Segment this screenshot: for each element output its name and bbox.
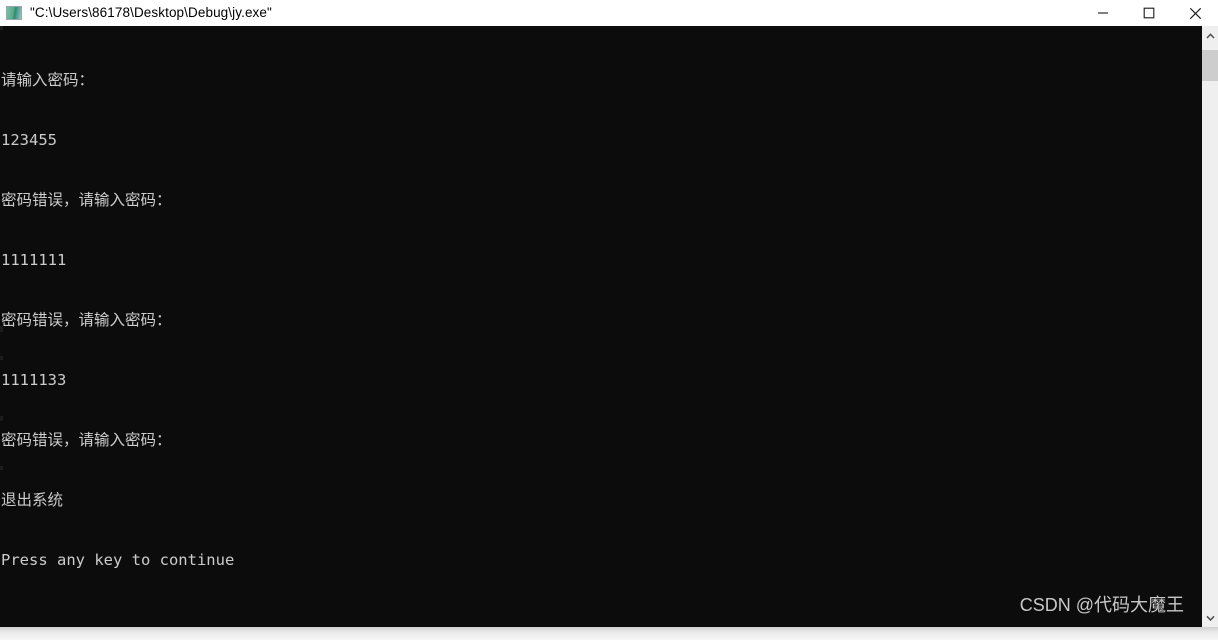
title-bar-left: "C:\Users\86178\Desktop\Debug\jy.exe" [0,0,272,26]
scroll-down-button[interactable] [1202,608,1218,627]
window-bottom-edge [0,627,1218,640]
scroll-up-button[interactable] [1202,26,1218,45]
console-line: 退出系统 [1,491,64,509]
console-line: 1111133 [1,371,67,389]
close-button[interactable] [1172,0,1218,26]
scrollbar-thumb[interactable] [1202,50,1218,81]
console-output-area[interactable]: 请输入密码： 123455 密码错误，请输入密码： 1111111 密码错误，请… [0,26,1202,627]
console-line: Press any key to continue [1,551,235,569]
console-line: 123455 [1,131,57,149]
maximize-button[interactable] [1126,0,1172,26]
console-line: 密码错误，请输入密码： [1,191,172,209]
window-controls [1080,0,1218,26]
minimize-icon [1098,12,1108,14]
console-line: 密码错误，请输入密码： [1,431,172,449]
console-line: 请输入密码： [1,71,95,89]
console-app-icon [6,6,22,20]
minimize-button[interactable] [1080,0,1126,26]
chevron-up-icon [1205,32,1215,39]
console-text-block: 请输入密码： 123455 密码错误，请输入密码： 1111111 密码错误，请… [0,30,1202,610]
maximize-icon [1143,7,1155,19]
window-title: "C:\Users\86178\Desktop\Debug\jy.exe" [30,5,272,20]
close-icon [1189,7,1201,19]
console-window: "C:\Users\86178\Desktop\Debug\jy.exe" 请输… [0,0,1218,640]
chevron-down-icon [1205,615,1215,621]
csdn-watermark: CSDN @代码大魔王 [1019,595,1184,615]
vertical-scrollbar[interactable] [1202,26,1218,627]
console-line: 密码错误，请输入密码： [1,311,172,329]
title-bar[interactable]: "C:\Users\86178\Desktop\Debug\jy.exe" [0,0,1218,26]
console-line: 1111111 [1,251,67,269]
